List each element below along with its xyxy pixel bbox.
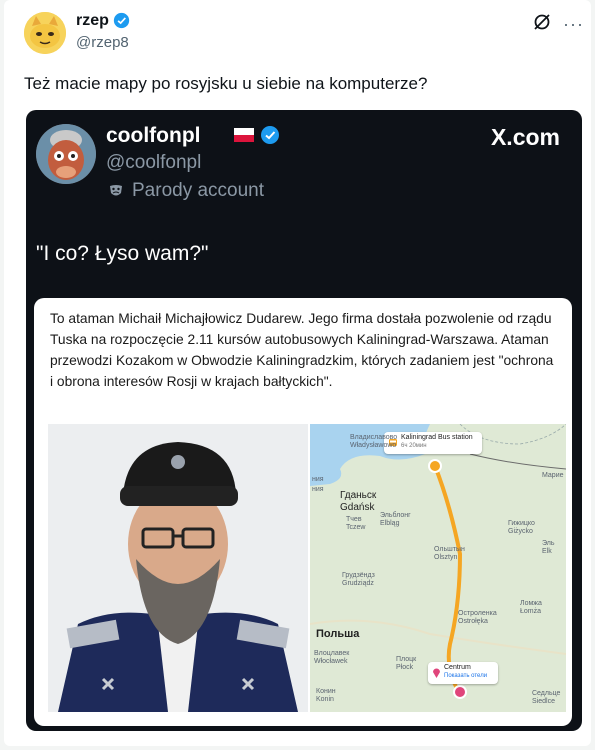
ataman-photo	[48, 424, 308, 712]
map-label-l18: Остроленка	[458, 610, 497, 617]
embed-quote: "I co? Łyso wam?"	[36, 242, 209, 265]
card-text: To ataman Michaił Michajłowicz Dudarew. …	[50, 311, 554, 389]
post-text: Też macie mapy po rosyjsku u siebie na k…	[24, 74, 428, 93]
map-label-l31: ния	[312, 476, 324, 483]
start-station-card[interactable]: Kaliningrad Bus station 6ч 20мин	[384, 432, 482, 454]
map-label-l28: Марие	[542, 472, 564, 479]
cossack-avatar-icon	[36, 124, 96, 184]
map-label-l11: Грудзёндз	[342, 572, 375, 579]
destination-title: Centrum	[444, 664, 471, 671]
map-label-l4: Gdańsk	[340, 502, 375, 513]
map-label-l7: Тчев	[346, 516, 362, 523]
embed-username: coolfonpl	[106, 124, 201, 147]
embed-verified-badge-icon	[261, 126, 279, 144]
map-label-l25: Siedlce	[532, 698, 555, 705]
embed-handle: @coolfonpl	[106, 152, 202, 173]
map-label-l20: Гижицко	[508, 520, 535, 527]
post-handle[interactable]: @rzep8	[76, 34, 129, 51]
map-label-l13: Польша	[316, 628, 360, 640]
map-label-l24: Седльце	[532, 690, 561, 697]
info-card: To ataman Michaił Michajłowicz Dudarew. …	[34, 298, 572, 726]
map-label-l26: Конин	[316, 688, 336, 695]
map-label-l10: Olsztyn	[434, 554, 458, 561]
avatar[interactable]	[24, 12, 66, 54]
parody-label: Parody account	[132, 180, 265, 201]
start-station-title: Kaliningrad Bus station	[401, 434, 473, 441]
map-label-l32: ния	[312, 486, 324, 493]
map-label-l15: Włocławek	[314, 658, 348, 665]
destination-card[interactable]: Centrum Показать отели	[428, 662, 498, 684]
map-label-l3: Гданьск	[340, 490, 377, 501]
map-label-l9: Ольштын	[434, 546, 465, 553]
map-label-l22: Ломжа	[520, 600, 542, 607]
grok-icon[interactable]	[532, 12, 552, 32]
map-label-l8: Tczew	[346, 524, 366, 531]
map-label-l1: Владиславово	[350, 434, 398, 441]
verified-badge-icon	[113, 12, 130, 29]
location-pin-icon	[433, 668, 440, 678]
destination-hotels-link[interactable]: Показать отели	[444, 673, 487, 679]
map-label-l12: Grudziądz	[342, 580, 374, 587]
map-label-l30: Эль	[542, 540, 555, 547]
post-username[interactable]: rzep	[76, 12, 109, 30]
map-label-l6: Elbląg	[380, 520, 400, 527]
map-label-l5: Эльблонг	[380, 512, 411, 519]
poland-flag-icon	[234, 128, 254, 142]
map-label-l23: Łomża	[520, 608, 542, 615]
more-options-icon[interactable]: ···	[563, 14, 584, 35]
mask-icon	[110, 185, 122, 196]
map-label-l27: Konin	[316, 696, 334, 703]
map-label-l16: Плоцк	[396, 656, 417, 663]
site-logo: X.com	[490, 124, 560, 150]
map-label-l14: Влоцлавек	[314, 650, 350, 657]
embed-avatar	[36, 124, 96, 184]
map-label-l2: Władysławowo	[350, 442, 397, 449]
map-label-l21: Giżycko	[508, 528, 533, 535]
cat-avatar-icon	[24, 12, 66, 54]
map-label-l19: Ostrołęka	[458, 618, 488, 625]
embedded-tweet-image[interactable]: coolfonpl @coolfonpl Parody account X.co…	[26, 110, 582, 731]
map-label-l29: Elk	[542, 548, 552, 555]
cossack-portrait-icon	[48, 424, 308, 712]
start-station-duration: 6ч 20мин	[401, 443, 427, 449]
map-label-l17: Płock	[396, 664, 414, 671]
route-map: Kaliningrad Bus station 6ч 20мин Centrum…	[310, 424, 566, 712]
